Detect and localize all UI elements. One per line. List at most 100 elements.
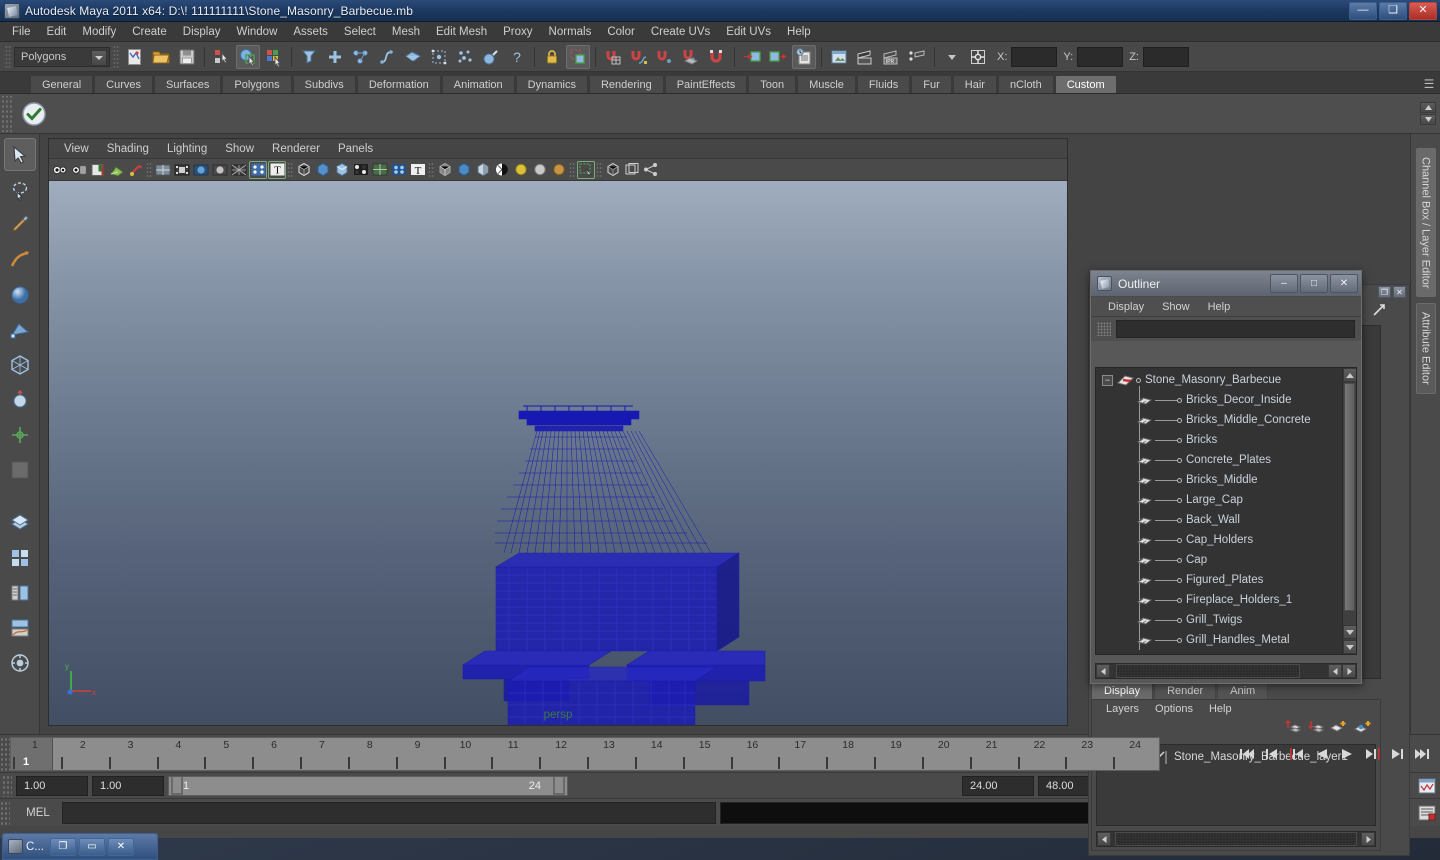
viewport-menu-lighting[interactable]: Lighting bbox=[158, 142, 216, 156]
show-manipulator-tool[interactable] bbox=[4, 418, 36, 451]
menu-modify[interactable]: Modify bbox=[74, 24, 124, 40]
shelf-tab-general[interactable]: General bbox=[30, 75, 94, 93]
outliner-vscroll-thumb[interactable] bbox=[1344, 383, 1355, 611]
snap-to-grid-icon[interactable] bbox=[601, 45, 625, 69]
outliner-node-label[interactable]: Bricks_Middle_Concrete bbox=[1186, 414, 1311, 426]
image-plane-icon[interactable] bbox=[108, 161, 126, 179]
range-end-handle[interactable] bbox=[553, 776, 565, 795]
output-connections-icon[interactable] bbox=[766, 45, 790, 69]
layer-hscroll-right-icon[interactable] bbox=[1361, 832, 1375, 846]
save-scene-icon[interactable] bbox=[175, 45, 199, 69]
render-current-frame-icon[interactable] bbox=[827, 45, 851, 69]
outliner-hscroll-track[interactable] bbox=[1110, 664, 1328, 678]
universal-manipulator-tool[interactable] bbox=[4, 348, 36, 381]
scale-tool[interactable] bbox=[4, 313, 36, 346]
gate-mask-icon[interactable] bbox=[211, 161, 229, 179]
taskbar-window-button[interactable]: C... ❐ ▭ ✕ bbox=[2, 833, 158, 860]
outliner-scroll-down-icon-2[interactable] bbox=[1343, 640, 1356, 654]
shelf-menu-icon[interactable]: ☰ bbox=[1418, 75, 1440, 93]
menu-create[interactable]: Create bbox=[124, 24, 175, 40]
outliner-menu-help[interactable]: Help bbox=[1199, 300, 1240, 314]
snap-to-curve-icon[interactable] bbox=[627, 45, 651, 69]
outliner-menu-display[interactable]: Display bbox=[1099, 300, 1153, 314]
move-layer-up-icon[interactable] bbox=[1284, 719, 1302, 739]
select-deformations-icon[interactable] bbox=[427, 45, 451, 69]
select-all-icon[interactable] bbox=[323, 45, 347, 69]
taskbar-minimize-button[interactable]: ▭ bbox=[78, 837, 105, 856]
menu-create-uvs[interactable]: Create UVs bbox=[643, 24, 718, 40]
gamma-icon[interactable] bbox=[531, 161, 549, 179]
time-slider[interactable]: 1 2 3 4 5 6 7 8 9 10 11 12 13 14 15 16 17 18 19 20 21 22 23 24 … bbox=[10, 736, 1160, 771]
persp-graph-layout[interactable] bbox=[4, 611, 36, 644]
share-view-icon[interactable] bbox=[642, 161, 660, 179]
list-item[interactable]: Figured_Plates bbox=[1096, 570, 1342, 590]
viewport-menu-shading[interactable]: Shading bbox=[98, 142, 158, 156]
time-slider-grip[interactable] bbox=[0, 736, 10, 771]
field-chart-icon[interactable] bbox=[230, 161, 248, 179]
coord-y-field[interactable] bbox=[1077, 46, 1124, 67]
layer-tab-anim[interactable]: Anim bbox=[1217, 682, 1269, 699]
single-perspective-layout[interactable] bbox=[4, 506, 36, 539]
list-item[interactable]: Back_Wall bbox=[1096, 510, 1342, 530]
list-item[interactable]: Grill_Handles_Metal bbox=[1096, 630, 1342, 650]
smooth-shade-all-icon[interactable] bbox=[314, 161, 332, 179]
outliner-node-label[interactable]: Bricks bbox=[1186, 434, 1217, 446]
new-scene-icon[interactable] bbox=[123, 45, 147, 69]
menu-help[interactable]: Help bbox=[779, 24, 819, 40]
shelf-scroll-up-icon[interactable] bbox=[1420, 102, 1436, 113]
rotate-tool[interactable] bbox=[4, 278, 36, 311]
coord-x-field[interactable] bbox=[1011, 46, 1058, 67]
outliner-hscroll-left2-icon[interactable] bbox=[1328, 664, 1342, 678]
new-layer-from-selected-icon[interactable] bbox=[1353, 719, 1372, 739]
hardware-texturing-icon[interactable] bbox=[390, 161, 408, 179]
menu-file[interactable]: File bbox=[4, 24, 39, 40]
shadows-icon[interactable] bbox=[474, 161, 492, 179]
arrow-icon[interactable] bbox=[1371, 302, 1387, 323]
command-line-grip[interactable] bbox=[0, 800, 10, 825]
isolate-select-icon[interactable] bbox=[493, 161, 511, 179]
minimize-button[interactable]: — bbox=[1349, 1, 1377, 20]
list-item[interactable]: Cap bbox=[1096, 550, 1342, 570]
input-connections-icon[interactable] bbox=[740, 45, 764, 69]
outliner-node-label[interactable]: Stone_Masonry_Barbecue bbox=[1145, 374, 1281, 386]
shelf-tab-ncloth[interactable]: nCloth bbox=[997, 75, 1054, 93]
grid-toggle-icon[interactable] bbox=[154, 161, 172, 179]
outliner-scroll-up-icon[interactable] bbox=[1343, 368, 1356, 382]
outliner-node-label[interactable]: Fireplace_Holders_1 bbox=[1186, 594, 1292, 606]
flat-shade-icon[interactable] bbox=[352, 161, 370, 179]
outliner-node-label[interactable]: Bricks_Middle bbox=[1186, 474, 1258, 486]
move-tool[interactable] bbox=[4, 243, 36, 276]
close-button[interactable]: ✕ bbox=[1409, 1, 1437, 20]
film-gate-icon[interactable] bbox=[173, 161, 191, 179]
outliner-minimize-button[interactable]: – bbox=[1270, 274, 1298, 293]
chevron-down-icon[interactable] bbox=[91, 49, 107, 66]
outliner-root-row[interactable]: − Stone_Masonry_Barbecue bbox=[1096, 370, 1342, 390]
outliner-node-label[interactable]: Cap_Holders bbox=[1186, 534, 1253, 546]
camera-attributes-icon[interactable] bbox=[70, 161, 88, 179]
shelf-tab-polygons[interactable]: Polygons bbox=[222, 75, 292, 93]
outliner-hscrollbar[interactable] bbox=[1095, 663, 1357, 679]
select-component-icon[interactable] bbox=[262, 45, 286, 69]
wireframe-shading-icon[interactable] bbox=[295, 161, 313, 179]
shelf-tab-hair[interactable]: Hair bbox=[952, 75, 997, 93]
outliner-node-label[interactable]: Large_Cap bbox=[1186, 494, 1243, 506]
exposure-icon[interactable] bbox=[512, 161, 530, 179]
select-rendering-icon[interactable] bbox=[479, 45, 503, 69]
shelf-tab-custom[interactable]: Custom bbox=[1054, 75, 1117, 93]
maximize-button[interactable]: ❑ bbox=[1379, 1, 1407, 20]
move-layer-down-icon[interactable] bbox=[1307, 719, 1325, 739]
help-icon[interactable]: ? bbox=[505, 45, 529, 69]
select-object-icon[interactable] bbox=[236, 44, 260, 69]
shelf-tab-dynamics[interactable]: Dynamics bbox=[515, 75, 588, 93]
layer-list-hscrollbar[interactable] bbox=[1096, 831, 1376, 847]
ipr-render-icon[interactable] bbox=[853, 45, 877, 69]
list-item[interactable]: Concrete_Plates bbox=[1096, 450, 1342, 470]
outliner-node-label[interactable]: Cap bbox=[1186, 554, 1207, 566]
isolate-selection-icon[interactable] bbox=[577, 160, 595, 179]
list-item[interactable]: Bricks bbox=[1096, 430, 1342, 450]
xray-icon[interactable] bbox=[436, 161, 454, 179]
select-tool[interactable] bbox=[3, 138, 36, 171]
xray-joints-icon[interactable] bbox=[604, 161, 622, 179]
outliner-node-label[interactable]: Figured_Plates bbox=[1186, 574, 1263, 586]
menu-edit-uvs[interactable]: Edit UVs bbox=[718, 24, 779, 40]
